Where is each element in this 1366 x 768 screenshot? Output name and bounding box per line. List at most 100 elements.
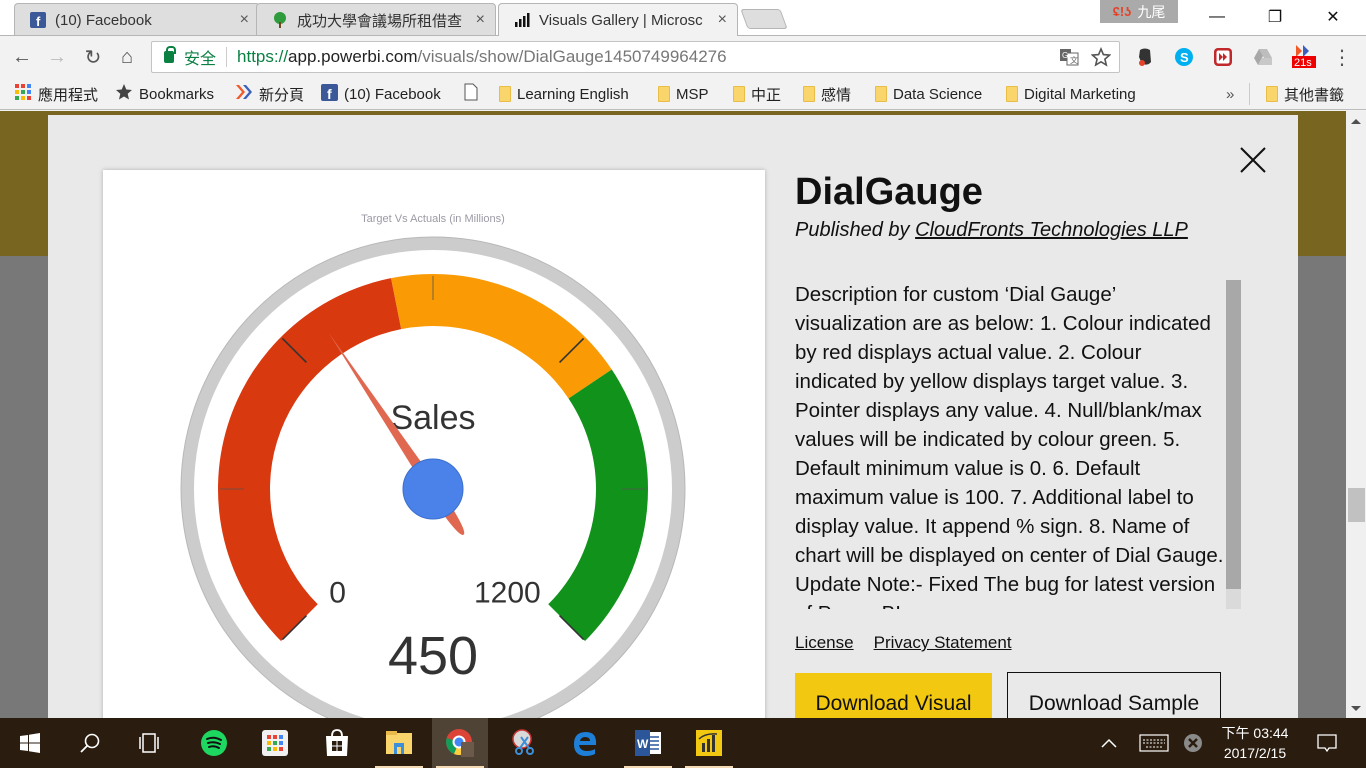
tab-visuals-gallery[interactable]: Visuals Gallery | Microsc ×	[498, 3, 738, 36]
chart-title: Target Vs Actuals (in Millions)	[361, 213, 505, 225]
facebook-icon: f	[29, 11, 47, 29]
close-window-button[interactable]: ✕	[1310, 0, 1356, 34]
folder-icon	[658, 86, 670, 102]
svg-text:f: f	[36, 14, 41, 28]
show-hidden-icons-button[interactable]	[1094, 718, 1124, 768]
bookmark-new-tab[interactable]: 新分頁	[235, 84, 304, 104]
back-button[interactable]: ←	[9, 44, 35, 70]
tab-facebook[interactable]: f (10) Facebook ×	[14, 3, 260, 36]
bookmark-folder-learning-english[interactable]: Learning English	[499, 84, 629, 104]
gauge-value-label: 450	[388, 626, 478, 686]
profile-button[interactable]: ʢ!ʖ 九尾	[1100, 0, 1178, 23]
bookmark-bookmarks[interactable]: Bookmarks	[115, 84, 214, 104]
folder-icon	[803, 86, 815, 102]
evernote-icon[interactable]	[1133, 46, 1157, 68]
bookmark-folder-emotion[interactable]: 感情	[803, 84, 851, 104]
bookmarks-overflow-button[interactable]: »	[1226, 84, 1234, 104]
folder-icon	[875, 86, 887, 102]
clock-time: 下午 03:44	[1221, 725, 1289, 741]
taskbar-clock[interactable]: 下午 03:44 2017/2/15	[1210, 723, 1300, 763]
address-bar[interactable]: 安全 https:// app.powerbi.com /visuals/sho…	[151, 41, 1120, 73]
taskbar-powerbi[interactable]	[681, 718, 737, 768]
bookmark-page[interactable]	[464, 83, 478, 104]
tab-title: 成功大學會議場所租借查	[297, 12, 463, 30]
secure-label: 安全	[184, 51, 217, 68]
touch-keyboard-button[interactable]	[1136, 718, 1172, 768]
network-status-button[interactable]	[1180, 718, 1206, 768]
powerbi-bars-icon	[513, 11, 531, 29]
bookmark-folder-digital-marketing[interactable]: Digital Marketing	[1006, 84, 1136, 104]
taskbar-chrome[interactable]	[432, 718, 488, 768]
license-link[interactable]: License	[795, 633, 854, 653]
powerbi-icon	[696, 730, 722, 756]
taskbar-edge[interactable]	[557, 718, 613, 768]
bookmark-star-icon[interactable]	[1090, 46, 1112, 72]
reload-button[interactable]: ↻	[80, 44, 106, 70]
tab-close-button[interactable]: ×	[718, 11, 727, 29]
close-dialog-button[interactable]	[1238, 145, 1268, 175]
tab-close-button[interactable]: ×	[476, 11, 485, 29]
minimize-button[interactable]: —	[1194, 0, 1240, 34]
tab-ncku-venues[interactable]: 成功大學會議場所租借查 ×	[256, 3, 496, 36]
profile-name: 九尾	[1137, 3, 1166, 20]
gauge-max-label: 1200	[474, 577, 541, 610]
taskbar-spotify[interactable]	[186, 718, 242, 768]
task-view-button[interactable]	[121, 718, 177, 768]
chrome-menu-button[interactable]: ⋮	[1330, 46, 1354, 69]
bookmark-folder-msp[interactable]: MSP	[658, 84, 709, 104]
svg-text:G: G	[1062, 51, 1068, 60]
timer-extension-icon[interactable]: 21s	[1290, 45, 1318, 69]
tab-title: (10) Facebook	[55, 11, 152, 29]
svg-text:W: W	[637, 737, 649, 751]
facebook-icon: f	[321, 83, 338, 105]
divider	[1249, 83, 1250, 105]
start-button[interactable]	[2, 718, 58, 768]
browser-tab-strip: f (10) Facebook × 成功大學會議場所租借查 × Visuals …	[0, 0, 1366, 36]
taskbar-snipping-tool[interactable]	[496, 718, 552, 768]
visual-details-dialog: Target Vs Actuals (in Millions) Sales 0 …	[48, 115, 1298, 718]
gauge-center-label: Sales	[390, 399, 475, 437]
page-scrollbar[interactable]	[1346, 111, 1366, 718]
publisher-link[interactable]: CloudFronts Technologies LLP	[915, 219, 1188, 241]
bookmark-label: Bookmarks	[139, 85, 215, 103]
word-icon: W	[635, 730, 661, 756]
video-speed-icon[interactable]	[1211, 46, 1235, 68]
bookmark-folder-data-science[interactable]: Data Science	[875, 84, 982, 104]
taskbar-app-launcher[interactable]	[247, 718, 303, 768]
app-launcher-icon	[262, 730, 288, 756]
bookmark-label: (10) Facebook	[344, 85, 441, 103]
download-visual-button[interactable]: Download Visual	[795, 673, 992, 718]
search-button[interactable]	[62, 718, 118, 768]
home-button[interactable]: ⌂	[114, 44, 140, 70]
bookmark-label: MSP	[676, 85, 709, 103]
taskbar-file-explorer[interactable]	[371, 718, 427, 768]
browser-toolbar: ← → ↻ ⌂ 安全 https:// app.powerbi.com /vis…	[0, 36, 1366, 78]
scroll-down-arrow-icon[interactable]	[1351, 706, 1361, 711]
scrollbar-thumb[interactable]	[1348, 488, 1365, 522]
visual-title: DialGauge	[795, 171, 983, 213]
bookmark-facebook[interactable]: f (10) Facebook	[321, 83, 441, 105]
file-explorer-icon	[386, 731, 412, 754]
description-scroll-area[interactable]: Description for custom ‘Dial Gauge’ visu…	[795, 280, 1241, 609]
google-drive-icon[interactable]	[1251, 46, 1275, 68]
scrollbar-thumb[interactable]	[1226, 280, 1241, 590]
translate-icon[interactable]: G文	[1059, 47, 1079, 72]
new-tab-button[interactable]	[740, 9, 788, 29]
bookmark-other[interactable]: 其他書籤	[1266, 84, 1344, 104]
scroll-up-arrow-icon[interactable]	[1351, 119, 1361, 124]
bookmark-apps[interactable]: 應用程式	[14, 84, 98, 104]
taskbar-word[interactable]: W	[620, 718, 676, 768]
privacy-statement-link[interactable]: Privacy Statement	[874, 633, 1012, 653]
download-sample-button[interactable]: Download Sample	[1007, 672, 1221, 718]
description-scrollbar[interactable]	[1226, 280, 1241, 609]
forward-button[interactable]: →	[44, 44, 70, 70]
folder-icon	[1266, 86, 1278, 102]
restore-button[interactable]: ❐	[1252, 0, 1298, 34]
bookmark-folder-chung-cheng[interactable]: 中正	[733, 84, 781, 104]
skype-icon[interactable]: S	[1172, 46, 1196, 68]
action-center-button[interactable]	[1310, 718, 1344, 768]
tab-close-button[interactable]: ×	[240, 11, 249, 29]
taskbar-store[interactable]	[309, 718, 365, 768]
start-icon	[20, 733, 40, 753]
bookmark-label: 其他書籤	[1284, 86, 1345, 104]
